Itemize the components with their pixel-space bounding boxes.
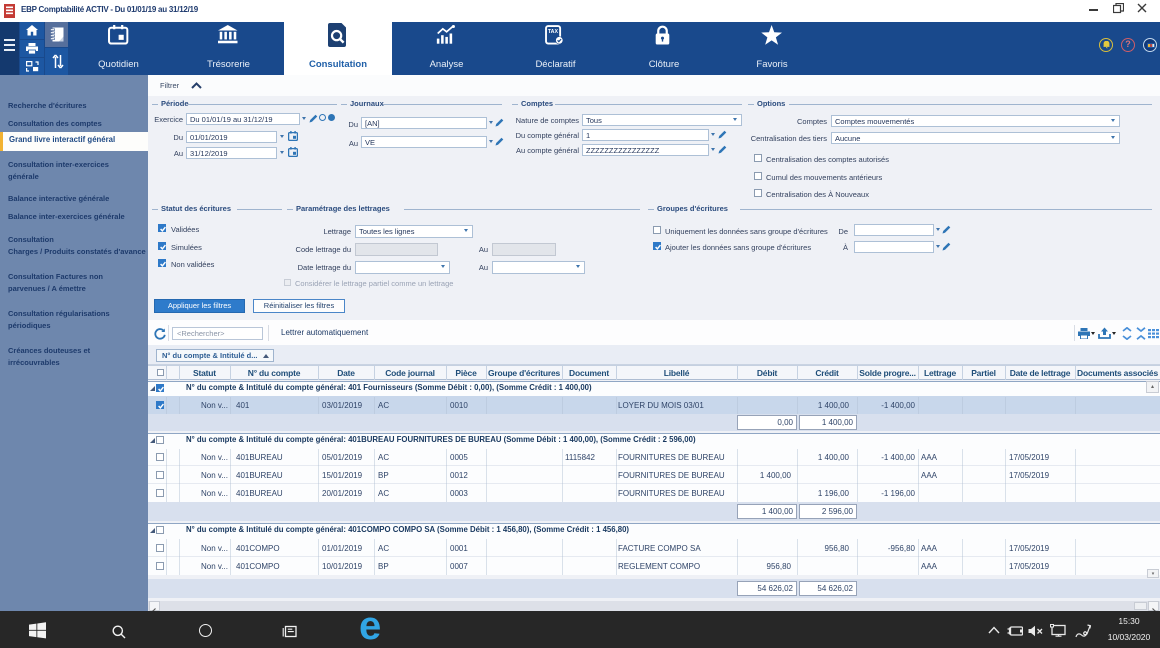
- svg-text:TAX: TAX: [548, 29, 559, 35]
